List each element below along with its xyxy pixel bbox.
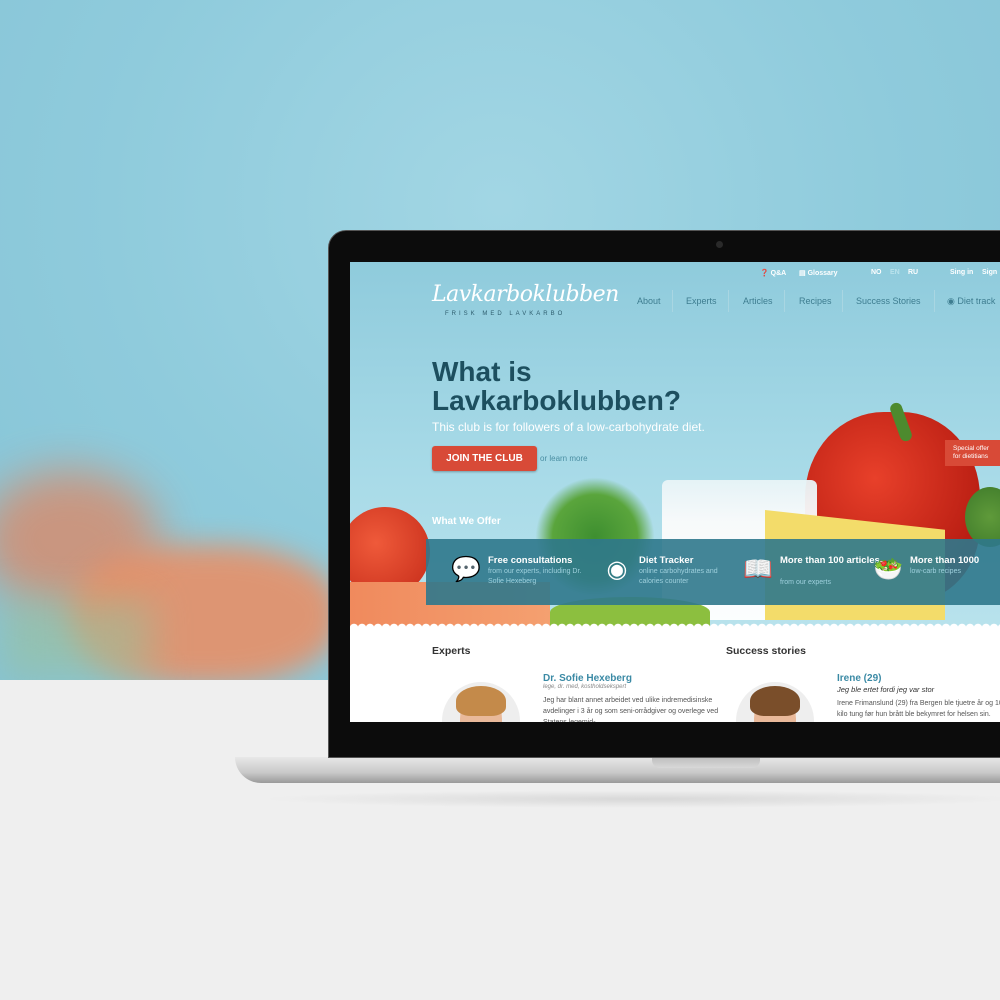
feature-desc: low-carb recipes [910, 568, 961, 575]
book-icon: 📖 [743, 556, 773, 583]
hero-title-line1: What is [432, 356, 532, 387]
feature-title: Free consultations [488, 555, 573, 566]
hero-title: What is Lavkarboklubben? [432, 357, 681, 415]
feature-title: Diet Tracker [639, 555, 694, 566]
signin-link[interactable]: Sing in [950, 269, 973, 276]
story-name[interactable]: Irene (29) [837, 673, 881, 684]
hero-subtitle: This club is for followers of a low-carb… [432, 420, 705, 434]
question-icon: ❓ [760, 270, 769, 277]
lang-ru[interactable]: RU [908, 269, 918, 276]
hero-title-line2: Lavkarboklubben? [432, 385, 681, 416]
laptop-shadow [260, 790, 1000, 808]
chat-bubbles-icon: 💬 [451, 556, 481, 583]
nav-recipes[interactable]: Recipes [799, 296, 832, 306]
nav-divider [728, 290, 729, 312]
nav-divider [784, 290, 785, 312]
special-offer-tab[interactable]: Special offer for dietitians [945, 440, 1000, 466]
laptop-screen: Lavkarboklubben FRISK MED LAVKARBO ❓ Q&A… [350, 262, 1000, 722]
nav-diet-tracker-label: Diet track [957, 296, 996, 306]
target-icon: ◉ [606, 556, 628, 583]
feature-desc: from our experts, including Dr. Sofie He… [488, 568, 582, 585]
lang-en[interactable]: EN [890, 269, 900, 276]
expert-role: lege, dr. med, kostholdsekspert [543, 684, 627, 690]
target-icon: ◉ [947, 296, 955, 306]
feature-title: More than 100 articles [780, 555, 880, 566]
glossary-icon: ▤ [799, 270, 806, 277]
salad-bowl-icon: 🥗 [873, 556, 903, 583]
feature-desc: from our experts [780, 579, 831, 586]
expert-bio: Jeg har blant annet arbeidet ved ulike i… [543, 697, 719, 722]
blurred-greens [0, 600, 150, 680]
nav-divider [672, 290, 673, 312]
qa-label: Q&A [770, 270, 787, 277]
story-quote: Jeg ble ertet fordi jeg var stor [837, 685, 935, 694]
nav-experts[interactable]: Experts [686, 296, 717, 306]
feature-desc: online carbohydrates and calories counte… [639, 568, 718, 585]
signup-link[interactable]: Sign [982, 269, 997, 276]
lang-no[interactable]: NO [871, 269, 882, 276]
story-text: Irene Frimanslund (29) fra Bergen ble tj… [837, 700, 1000, 718]
site-tagline: FRISK MED LAVKARBO [445, 311, 566, 317]
glossary-label: Glossary [807, 270, 838, 277]
nav-success-stories[interactable]: Success Stories [856, 296, 921, 306]
join-club-button[interactable]: JOIN THE CLUB [432, 446, 537, 471]
site-logo[interactable]: Lavkarboklubben [432, 282, 619, 307]
nav-about[interactable]: About [637, 296, 661, 306]
experts-heading: Experts [432, 645, 471, 657]
camera-icon [716, 241, 723, 248]
nav-divider [934, 290, 935, 312]
feature-title: More than 1000 [910, 555, 980, 566]
nav-articles[interactable]: Articles [743, 296, 773, 306]
success-stories-heading: Success stories [726, 645, 806, 657]
learn-more-link[interactable]: or learn more [540, 454, 588, 463]
nav-diet-tracker[interactable]: ◉ Diet track [947, 296, 995, 307]
laptop-base [235, 757, 1000, 783]
what-we-offer-heading: What We Offer [432, 516, 501, 527]
glossary-link[interactable]: ▤ Glossary [799, 269, 838, 277]
expert-name[interactable]: Dr. Sofie Hexeberg [543, 673, 632, 684]
laptop-notch [652, 757, 760, 768]
qa-link[interactable]: ❓ Q&A [760, 269, 786, 277]
nav-divider [842, 290, 843, 312]
